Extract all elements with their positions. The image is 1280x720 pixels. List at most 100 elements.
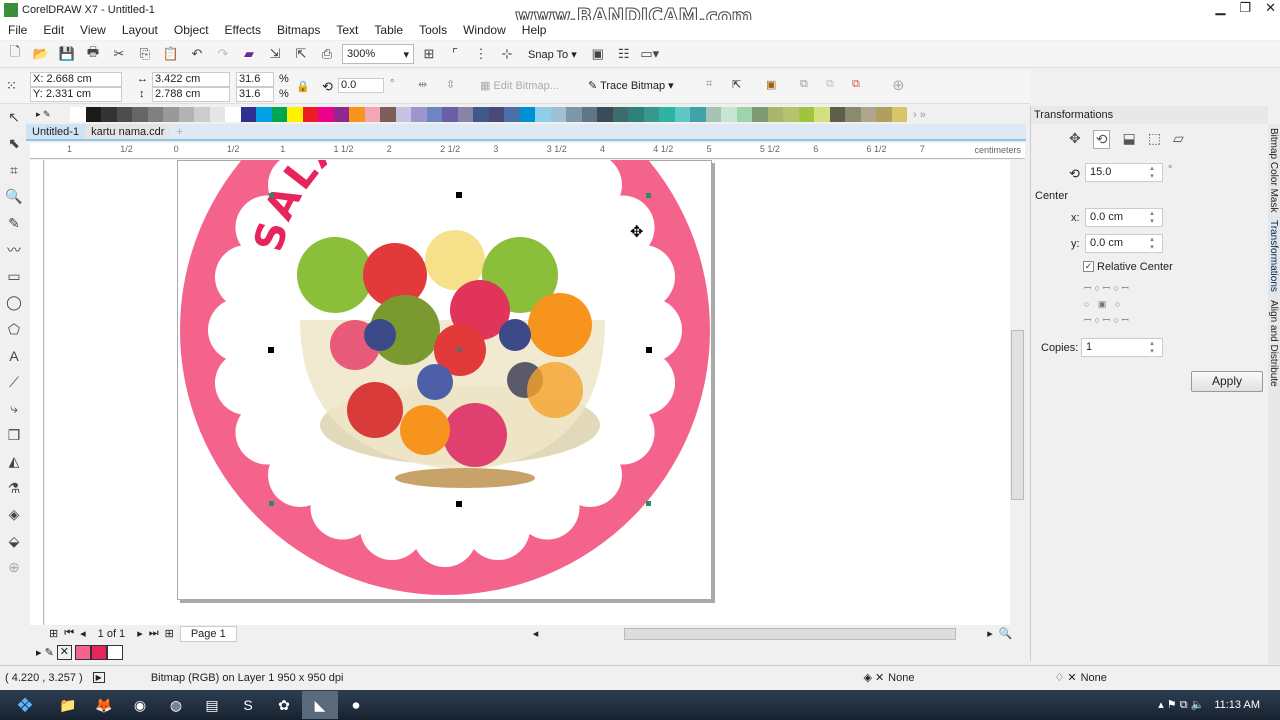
zoom-navigator-icon[interactable]: 🔍 [999, 627, 1013, 640]
to-front-icon[interactable]: ⧉ [852, 78, 860, 91]
palette-swatch[interactable] [690, 107, 706, 122]
export-icon[interactable]: ⇱ [290, 43, 312, 65]
transparency-tool-icon[interactable]: ◭ [0, 449, 28, 476]
menu-edit[interactable]: Edit [35, 23, 72, 37]
corel-connect-icon[interactable]: ▰ [238, 43, 260, 65]
trace-bitmap-button[interactable]: ✎ Trace Bitmap ▾ [588, 79, 674, 92]
x-position-field[interactable]: X: 2.668 cm [30, 72, 122, 87]
pick-tool-icon[interactable]: ↖ [0, 104, 28, 131]
menu-tools[interactable]: Tools [411, 23, 455, 37]
menu-file[interactable]: File [0, 23, 35, 37]
palette-swatch[interactable] [659, 107, 675, 122]
menu-window[interactable]: Window [455, 23, 514, 37]
palette-swatch[interactable] [240, 107, 256, 122]
palette-swatch[interactable] [829, 107, 845, 122]
wrap-text-icon[interactable]: ⧉ [826, 78, 834, 91]
palette-swatch[interactable] [271, 107, 287, 122]
palette-swatch[interactable] [891, 107, 907, 122]
palette-swatch[interactable] [426, 107, 442, 122]
palette-swatch[interactable] [628, 107, 644, 122]
palette-swatch[interactable] [395, 107, 411, 122]
palette-swatch[interactable] [860, 107, 876, 122]
crop-tool-icon[interactable]: ⌗ [0, 157, 28, 184]
palette-swatch[interactable] [504, 107, 520, 122]
last-page-icon[interactable]: ⏭ [149, 627, 159, 640]
firefox-icon[interactable]: 🦊 [86, 691, 122, 719]
add-page-after-icon[interactable]: ⊞ [165, 627, 174, 640]
add-page-icon[interactable]: ⊞ [49, 627, 58, 640]
resample-icon[interactable]: ⇱ [732, 78, 741, 91]
open-icon[interactable]: 📂 [30, 43, 52, 65]
smart-fill-icon[interactable]: ⬙ [0, 528, 28, 555]
chrome-icon[interactable]: ◉ [122, 691, 158, 719]
vertical-scroll-thumb[interactable] [1011, 330, 1024, 500]
doc-palette-arrow-icon[interactable]: ▸ ✎ [36, 646, 54, 659]
palette-swatch[interactable] [473, 107, 489, 122]
add-tool-icon[interactable]: ⊕ [0, 555, 28, 582]
parallel-dimension-icon[interactable]: ⟋ [0, 369, 28, 396]
palette-swatch[interactable] [364, 107, 380, 122]
palette-swatch[interactable] [612, 107, 628, 122]
palette-swatch[interactable] [116, 107, 132, 122]
palette-swatch[interactable] [705, 107, 721, 122]
scale-mirror-icon[interactable]: ⬓ [1122, 130, 1135, 149]
palette-swatch[interactable] [581, 107, 597, 122]
document-swatch[interactable] [74, 644, 91, 660]
palette-swatch[interactable] [209, 107, 225, 122]
y-position-field[interactable]: Y: 2.331 cm [30, 87, 122, 102]
width-field[interactable]: 3.422 cm [152, 72, 230, 87]
start-button[interactable]: ❖ [0, 691, 50, 719]
drop-shadow-icon[interactable]: ❒ [0, 422, 28, 449]
lock-ratio-icon[interactable]: 🔒 [296, 80, 310, 93]
clock[interactable]: 11:13 AM [1214, 699, 1260, 711]
copy-icon[interactable]: ⎘ [134, 43, 156, 65]
edit-bitmap-button[interactable]: ▦ Edit Bitmap... [480, 79, 559, 92]
palette-swatch[interactable] [457, 107, 473, 122]
copies-field[interactable]: 1 [1081, 338, 1163, 357]
palette-swatch[interactable] [178, 107, 194, 122]
palette-swatch[interactable] [519, 107, 535, 122]
coreldraw-taskbar-icon[interactable]: ◣ [302, 691, 338, 719]
show-grid-icon[interactable]: ⋮ [470, 43, 492, 65]
palette-swatch[interactable] [566, 107, 582, 122]
palette-swatch[interactable] [70, 107, 86, 122]
options-icon[interactable]: ☷ [613, 43, 635, 65]
status-menu-icon[interactable]: ▶ [92, 672, 105, 683]
full-screen-icon[interactable]: ⊞ [418, 43, 440, 65]
explorer-icon[interactable]: 📁 [50, 691, 86, 719]
welcome-screen-icon[interactable]: ▣ [587, 43, 609, 65]
document-swatch[interactable] [106, 644, 123, 660]
apply-button[interactable]: Apply [1191, 371, 1263, 392]
menu-layout[interactable]: Layout [114, 23, 166, 37]
palette-swatch[interactable] [674, 107, 690, 122]
palette-swatch[interactable] [101, 107, 117, 122]
palette-swatch[interactable] [798, 107, 814, 122]
center-x-field[interactable]: 0.0 cm [1085, 208, 1163, 227]
menu-object[interactable]: Object [166, 23, 217, 37]
palette-swatch[interactable] [349, 107, 365, 122]
tab-bitmap-color-mask[interactable]: Bitmap Color Mask [1268, 124, 1279, 216]
print-icon[interactable]: 🖶 [82, 43, 104, 65]
palette-swatch[interactable] [318, 107, 334, 122]
palette-swatch[interactable] [85, 107, 101, 122]
palette-scroll-right-icon[interactable]: › » [913, 109, 926, 121]
tab-transformations[interactable]: Transformations [1268, 216, 1279, 297]
palette-swatch[interactable] [225, 107, 241, 122]
palette-swatch[interactable] [814, 107, 830, 122]
tray-icons[interactable]: ▴ ⚑ ⧉ 🔈 [1158, 698, 1204, 712]
tab-page-1[interactable]: Page 1 [179, 625, 237, 642]
publish-pdf-icon[interactable]: ⎙ [316, 43, 338, 65]
palette-swatch[interactable] [287, 107, 303, 122]
ellipse-tool-icon[interactable]: ◯ [0, 290, 28, 317]
size-icon[interactable]: ⬚ [1148, 130, 1161, 149]
shape-tool-icon[interactable]: ⬉ [0, 131, 28, 158]
app-paint-icon[interactable]: ✿ [266, 691, 302, 719]
scale-height-field[interactable]: 31.6 [236, 87, 274, 102]
snap-to-button[interactable]: Snap To ▾ [522, 48, 583, 61]
mirror-horizontal-icon[interactable]: ⇹ [418, 78, 427, 91]
tab-align-distribute[interactable]: Align and Distribute [1268, 296, 1279, 391]
menu-table[interactable]: Table [366, 23, 411, 37]
connector-tool-icon[interactable]: ⤷ [0, 396, 28, 423]
freehand-tool-icon[interactable]: ✎ [0, 210, 28, 237]
new-icon[interactable]: 🗋 [4, 43, 26, 65]
